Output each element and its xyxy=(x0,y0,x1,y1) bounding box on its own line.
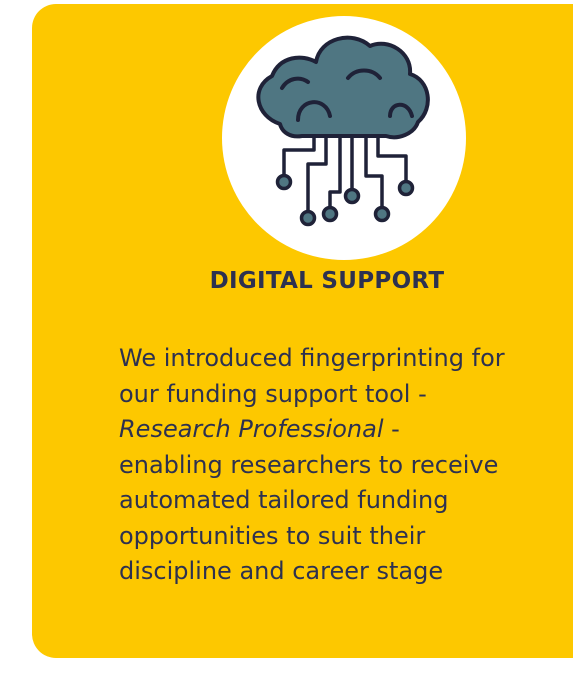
card-body-text: We introduced fingerprinting for our fun… xyxy=(119,341,573,590)
circuit-node xyxy=(373,205,391,223)
body-line: enabling researchers to receive xyxy=(119,450,499,479)
circuit-node xyxy=(299,209,317,227)
body-line: opportunities to suit their xyxy=(119,521,426,550)
circuit-node xyxy=(343,187,361,205)
body-line: automated tailored funding xyxy=(119,486,449,514)
digital-support-card: DIGITAL SUPPORT We introduced fingerprin… xyxy=(32,4,573,658)
circuit-node xyxy=(275,173,293,191)
tool-name: Research Professional xyxy=(119,415,384,443)
icon-circle xyxy=(222,16,466,260)
body-line: our funding support tool - xyxy=(119,379,427,408)
body-line: We introduced fingerprinting for xyxy=(119,344,505,372)
body-line-tool: Research Professional - xyxy=(119,412,573,448)
circuit-node xyxy=(397,179,415,197)
cloud-circuit-icon xyxy=(256,35,430,227)
circuit-node xyxy=(321,205,339,223)
card-title: DIGITAL SUPPORT xyxy=(209,268,445,294)
body-line: discipline and career stage xyxy=(119,557,444,585)
tool-suffix: - xyxy=(383,415,400,443)
